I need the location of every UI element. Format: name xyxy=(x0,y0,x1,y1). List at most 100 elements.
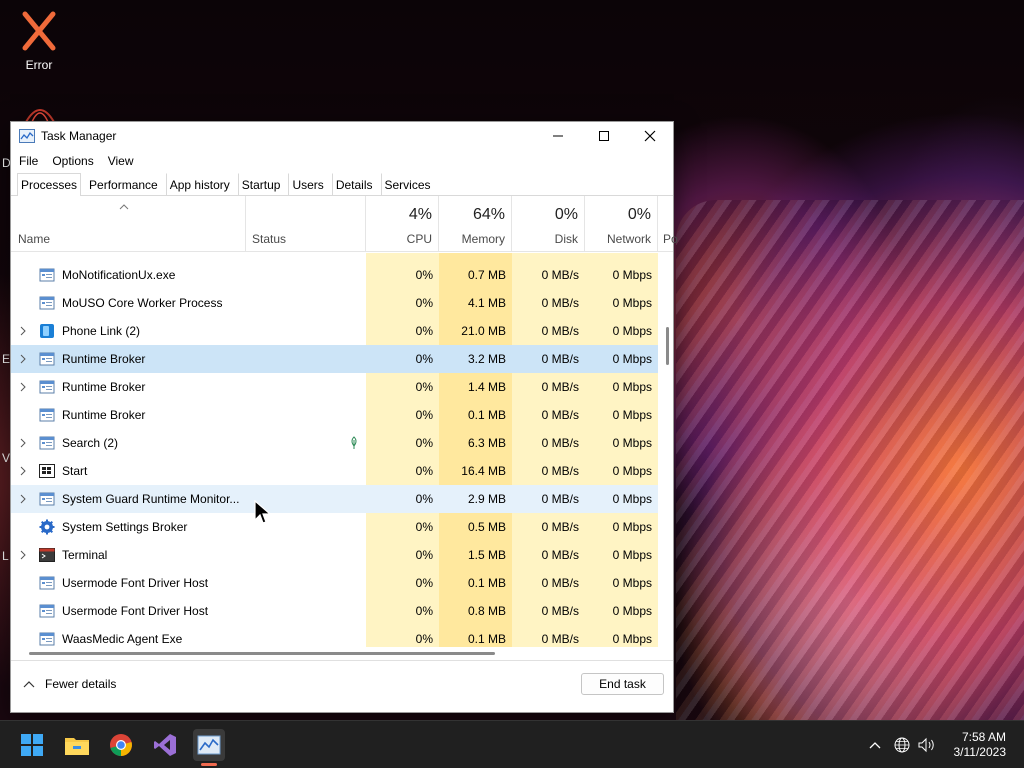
tab-startup[interactable]: Startup xyxy=(237,173,285,196)
process-row[interactable]: Runtime Broker 0% 3.2 MB 0 MB/s 0 Mbps xyxy=(11,345,658,373)
taskbar: 7:58 AM 3/11/2023 xyxy=(0,720,1024,768)
tab-services[interactable]: Services xyxy=(380,173,435,196)
tab-users[interactable]: Users xyxy=(288,173,327,196)
close-button[interactable] xyxy=(627,122,673,150)
tab-app-history[interactable]: App history xyxy=(165,173,234,196)
volume-icon[interactable] xyxy=(918,737,936,753)
expand-chevron-icon[interactable] xyxy=(19,345,29,373)
process-network: 0 Mbps xyxy=(585,289,658,317)
process-memory: 0.7 MB xyxy=(439,261,512,289)
column-memory[interactable]: 64% Memory xyxy=(439,196,512,252)
task-manager-icon xyxy=(19,129,35,143)
process-row[interactable]: WaasMedic Agent Exe 0% 0.1 MB 0 MB/s 0 Mbps xyxy=(11,625,658,647)
process-name: System Guard Runtime Monitor... xyxy=(62,492,240,506)
process-row[interactable]: Runtime Broker 0% 0.1 MB 0 MB/s 0 Mbps xyxy=(11,401,658,429)
process-network: 0 Mbps xyxy=(585,597,658,625)
chevron-up-icon[interactable] xyxy=(868,740,882,750)
process-disk: 0 MB/s xyxy=(512,289,585,317)
desktop-partial-label[interactable]: V xyxy=(2,451,10,465)
column-network[interactable]: 0% Network xyxy=(585,196,658,252)
process-row[interactable]: System Settings Broker 0% 0.5 MB 0 MB/s 0 Mb… xyxy=(11,513,658,541)
process-row[interactable]: System Guard Runtime Monitor... 0% 2.9 MB 0… xyxy=(11,485,658,513)
column-disk[interactable]: 0% Disk xyxy=(512,196,585,252)
process-row[interactable]: Terminal 0% 1.5 MB 0 MB/s 0 Mbps xyxy=(11,541,658,569)
menu-file[interactable]: File xyxy=(19,154,46,168)
expand-chevron-icon[interactable] xyxy=(19,485,29,513)
process-row[interactable]: Runtime Broker 0% 1.4 MB 0 MB/s 0 Mbps xyxy=(11,373,658,401)
file-explorer-icon xyxy=(65,738,89,755)
horizontal-scroll-thumb[interactable] xyxy=(29,652,495,655)
end-task-button[interactable]: End task xyxy=(581,673,664,695)
taskbar-start-button[interactable] xyxy=(16,729,48,761)
column-cpu[interactable]: 4% CPU xyxy=(366,196,439,252)
process-cpu: 0% xyxy=(366,261,439,289)
process-network: 0 Mbps xyxy=(585,485,658,513)
process-disk: 0 MB/s xyxy=(512,373,585,401)
column-name-label: Name xyxy=(18,232,51,246)
process-disk: 0 MB/s xyxy=(512,513,585,541)
app-window-icon xyxy=(39,408,55,422)
process-row[interactable]: Phone Link (2) 0% 21.0 MB 0 MB/s 0 Mbps xyxy=(11,317,658,345)
task-manager-icon xyxy=(197,735,221,755)
column-header: Name Status 4% CPU 64% Memory 0% Disk 0%… xyxy=(11,196,678,252)
taskbar-task-manager[interactable] xyxy=(193,729,225,761)
process-name: Runtime Broker xyxy=(62,408,146,422)
app-window-icon xyxy=(39,296,55,310)
desktop-app-icon[interactable] xyxy=(22,104,58,122)
desktop-partial-label[interactable]: E xyxy=(2,352,10,366)
process-name: WaasMedic Agent Exe xyxy=(62,632,183,646)
taskbar-visual-studio[interactable] xyxy=(149,729,181,761)
network-globe-icon[interactable] xyxy=(894,737,910,753)
process-memory: 21.0 MB xyxy=(439,317,512,345)
app-window-icon xyxy=(39,352,55,366)
expand-chevron-icon[interactable] xyxy=(19,541,29,569)
cpu-total-percent: 4% xyxy=(408,206,432,223)
process-row[interactable]: Search (2) 0% 6.3 MB 0 MB/s 0 Mbps xyxy=(11,429,658,457)
process-row[interactable]: Start 0% 16.4 MB 0 MB/s 0 Mbps xyxy=(11,457,658,485)
title-bar[interactable]: Task Manager xyxy=(11,122,673,150)
vertical-scroll-thumb[interactable] xyxy=(666,327,669,365)
taskbar-chrome[interactable] xyxy=(105,729,137,761)
column-status[interactable]: Status xyxy=(246,196,366,252)
process-cpu: 0% xyxy=(366,457,439,485)
start-icon xyxy=(39,464,55,478)
fewer-details-toggle[interactable]: Fewer details xyxy=(23,677,116,691)
menu-options[interactable]: Options xyxy=(52,154,101,168)
process-cpu: 0% xyxy=(366,345,439,373)
menu-bar: File Options View xyxy=(11,150,673,172)
column-name[interactable]: Name xyxy=(11,196,246,252)
expand-chevron-icon[interactable] xyxy=(19,373,29,401)
system-tray xyxy=(868,721,936,768)
column-power[interactable]: Po xyxy=(658,196,678,252)
taskbar-file-explorer[interactable] xyxy=(61,729,93,761)
process-network: 0 Mbps xyxy=(585,373,658,401)
partial-row xyxy=(11,253,658,261)
process-network: 0 Mbps xyxy=(585,569,658,597)
maximize-button[interactable] xyxy=(581,122,627,150)
maximize-icon xyxy=(599,131,609,141)
process-memory: 4.1 MB xyxy=(439,289,512,317)
desktop-partial-label[interactable]: L xyxy=(2,549,9,563)
menu-view[interactable]: View xyxy=(108,154,142,168)
tab-details[interactable]: Details xyxy=(331,173,377,196)
mouse-cursor-icon xyxy=(254,500,272,524)
vertical-scrollbar[interactable] xyxy=(663,253,673,647)
desktop-icon-error[interactable]: Error xyxy=(10,8,68,72)
taskbar-clock[interactable]: 7:58 AM 3/11/2023 xyxy=(954,730,1007,760)
footer-bar: Fewer details End task xyxy=(11,660,673,712)
process-row[interactable]: Usermode Font Driver Host 0% 0.1 MB 0 MB/s 0… xyxy=(11,569,658,597)
horizontal-scrollbar[interactable] xyxy=(11,647,658,659)
clock-date: 3/11/2023 xyxy=(953,745,1007,759)
tab-processes[interactable]: Processes xyxy=(17,173,82,196)
wallpaper-pattern xyxy=(676,200,1024,720)
process-row[interactable]: MoNotificationUx.exe 0% 0.7 MB 0 MB/s 0 Mbps xyxy=(11,261,658,289)
minimize-button[interactable] xyxy=(535,122,581,150)
process-row[interactable]: MoUSO Core Worker Process 0% 4.1 MB 0 MB/s 0… xyxy=(11,289,658,317)
process-cpu: 0% xyxy=(366,373,439,401)
expand-chevron-icon[interactable] xyxy=(19,457,29,485)
process-memory: 0.1 MB xyxy=(439,401,512,429)
tab-performance[interactable]: Performance xyxy=(85,173,162,196)
process-row[interactable]: Usermode Font Driver Host 0% 0.8 MB 0 MB/s 0… xyxy=(11,597,658,625)
expand-chevron-icon[interactable] xyxy=(19,429,29,457)
expand-chevron-icon[interactable] xyxy=(19,317,29,345)
